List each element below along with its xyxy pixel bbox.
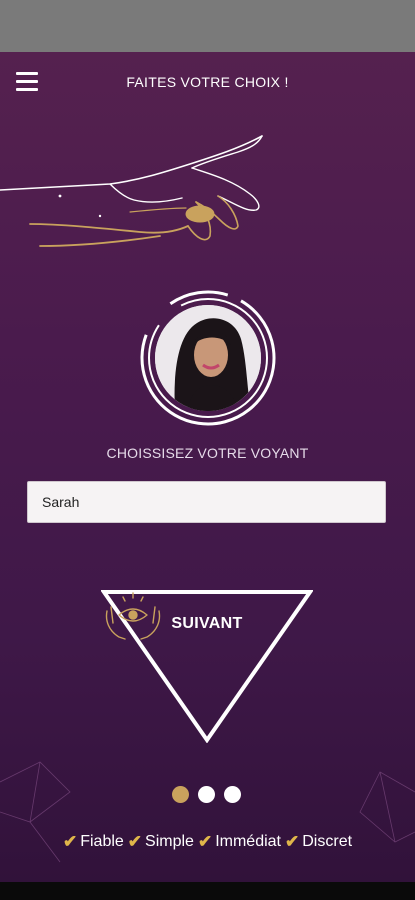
feature-label: Simple (145, 833, 194, 850)
hand-illustration (0, 135, 263, 247)
constellation-decoration (0, 761, 415, 863)
system-nav-bar (0, 882, 415, 900)
feature-label: Fiable (80, 833, 124, 850)
feature-item: ✔ Immédiat (198, 832, 281, 852)
choose-voyant-label: CHOISSISEZ VOTRE VOYANT (106, 445, 309, 461)
pager-dot-3[interactable] (224, 786, 241, 803)
pager-dot-1[interactable] (172, 786, 189, 803)
pager-dot-2[interactable] (198, 786, 215, 803)
feature-item: ✔ Discret (285, 832, 352, 852)
page-title: FAITES VOTRE CHOIX ! (126, 74, 289, 90)
voyant-select[interactable]: Sarah (27, 481, 386, 523)
pager-dots (172, 786, 241, 803)
feature-label: Discret (302, 833, 353, 850)
status-bar (0, 0, 415, 52)
eye-hands-icon (105, 592, 161, 640)
check-icon: ✔ (285, 832, 300, 851)
check-icon: ✔ (62, 832, 78, 851)
selected-voyant-value: Sarah (42, 494, 80, 510)
voyant-avatar (138, 288, 278, 428)
choice-screen: FAITES VOTRE CHOIX ! CHOISSISEZ VOTRE VO… (0, 52, 415, 882)
feature-item: ✔ Fiable (63, 832, 124, 852)
check-icon: ✔ (197, 832, 213, 851)
feature-label: Immédiat (215, 833, 281, 850)
voyant-photo (155, 305, 261, 411)
feature-item: ✔ Simple (128, 832, 194, 852)
next-button[interactable]: SUIVANT (101, 589, 313, 743)
features-list: ✔ Fiable ✔ Simple ✔ Immédiat ✔ Discret (0, 832, 415, 852)
check-icon: ✔ (127, 832, 143, 851)
